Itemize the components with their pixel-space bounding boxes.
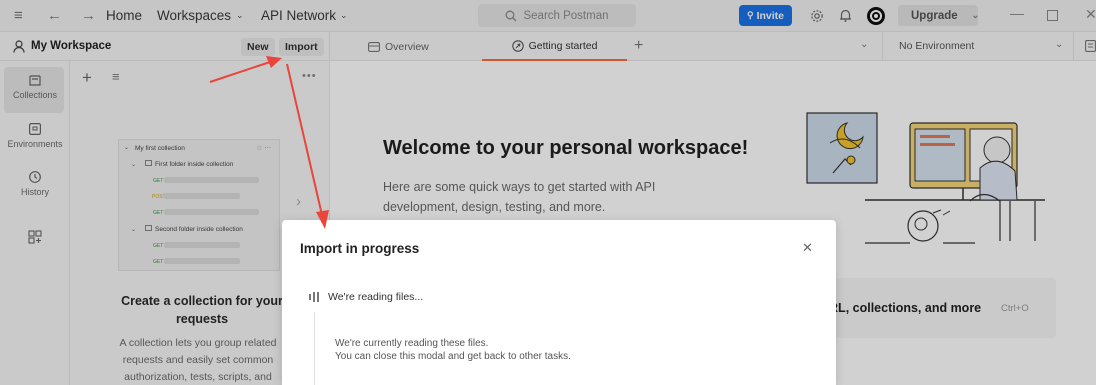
progress-timeline-line bbox=[314, 312, 315, 385]
import-progress-modal: Import in progress ✕ We're reading files… bbox=[282, 220, 836, 385]
modal-description-line-2: You can close this modal and get back to… bbox=[335, 351, 571, 362]
modal-title: Import in progress bbox=[300, 241, 420, 256]
modal-description: We're currently reading these files. You… bbox=[335, 337, 571, 363]
modal-description-line-1: We're currently reading these files. bbox=[335, 338, 489, 349]
close-icon[interactable]: ✕ bbox=[802, 240, 813, 256]
reading-files-progress-icon bbox=[309, 292, 319, 302]
progress-step-label: We're reading files... bbox=[328, 291, 424, 303]
